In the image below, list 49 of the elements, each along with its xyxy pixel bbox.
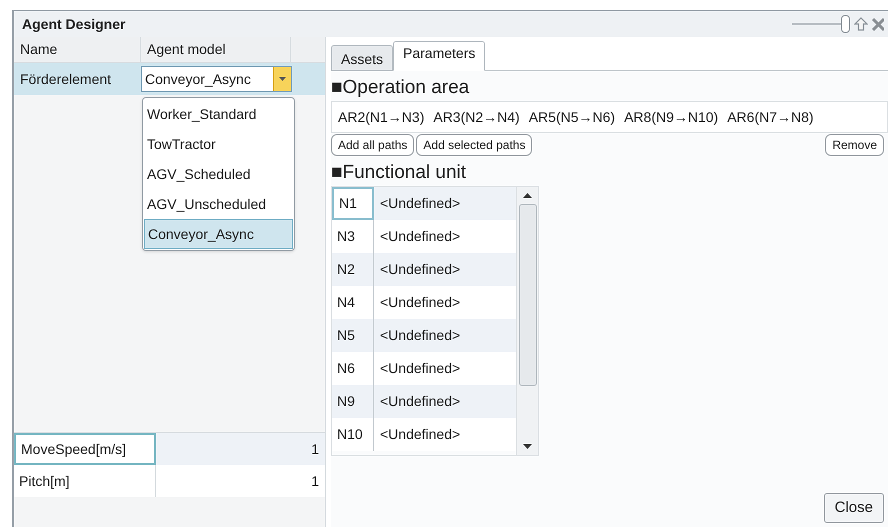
dropdown-option[interactable]: Conveyor_Async (144, 219, 293, 249)
dropdown-option[interactable]: AGV_Unscheduled (144, 189, 293, 219)
section-heading: ■Functional unit (331, 161, 468, 185)
window-title: Agent Designer (22, 14, 126, 34)
unit-cell-text: <Undefined> (379, 227, 462, 246)
unit-cell-text: <Undefined> (379, 293, 462, 312)
property-value: 1 (310, 440, 320, 458)
remove-button[interactable]: Remove (825, 134, 884, 156)
property-value: 1 (310, 472, 320, 490)
path-item[interactable]: AR2(N1→N3) (338, 106, 424, 128)
caret-icon (279, 77, 286, 81)
node-cell[interactable]: N1 (332, 187, 374, 220)
unit-cell-text: <Undefined> (379, 425, 462, 444)
unit-cell-text: <Undefined> (379, 326, 462, 345)
close-button[interactable] (872, 15, 884, 33)
unit-cell-text: <Undefined> (379, 392, 462, 411)
close-dialog-button[interactable]: Close (824, 493, 884, 523)
zoom-slider[interactable] (792, 15, 850, 33)
tab[interactable]: Parameters (393, 41, 486, 71)
scroll-up-icon (523, 193, 532, 198)
column-header: Agent model (141, 37, 291, 62)
add-paths-button[interactable]: Add selected paths (416, 134, 532, 156)
property-name[interactable]: MoveSpeed[m/s] (14, 433, 156, 465)
dropdown-toggle[interactable] (273, 67, 291, 91)
dropdown-option[interactable]: AGV_Scheduled (144, 159, 293, 189)
agent-row[interactable]: Förderelement Conveyor_Async (14, 63, 325, 95)
scrollbar-thumb[interactable] (518, 204, 536, 386)
up-arrow-icon (854, 17, 868, 31)
slider-thumb[interactable] (841, 15, 850, 33)
add-paths-button[interactable]: Add all paths (331, 134, 414, 156)
path-item[interactable]: AR8(N9→N10) (624, 106, 718, 128)
section-heading: ■Operation area (331, 76, 470, 100)
unit-cell-text: <Undefined> (379, 194, 462, 213)
table-cell-text: Förderelement (19, 70, 112, 88)
scroll-down-icon (523, 444, 532, 449)
unit-cell-text: <Undefined> (379, 359, 462, 378)
path-item[interactable]: AR5(N5→N6) (528, 106, 616, 128)
close-icon (872, 17, 884, 31)
unit-cell-text: <Undefined> (379, 260, 462, 279)
node-cell[interactable]: N10 (332, 418, 374, 451)
dropdown-option[interactable]: TowTractor (144, 129, 293, 159)
dropdown-option[interactable]: Worker_Standard (144, 99, 293, 129)
path-item[interactable]: AR3(N2→N4) (433, 106, 520, 128)
path-item[interactable]: AR6(N7→N8) (727, 106, 814, 128)
column-header: Name (14, 37, 141, 62)
tab[interactable]: Assets (331, 45, 394, 71)
model-dropdown[interactable]: Conveyor_Async (141, 66, 292, 92)
scrollbar[interactable] (516, 187, 538, 455)
up-arrow-button[interactable] (852, 15, 870, 33)
